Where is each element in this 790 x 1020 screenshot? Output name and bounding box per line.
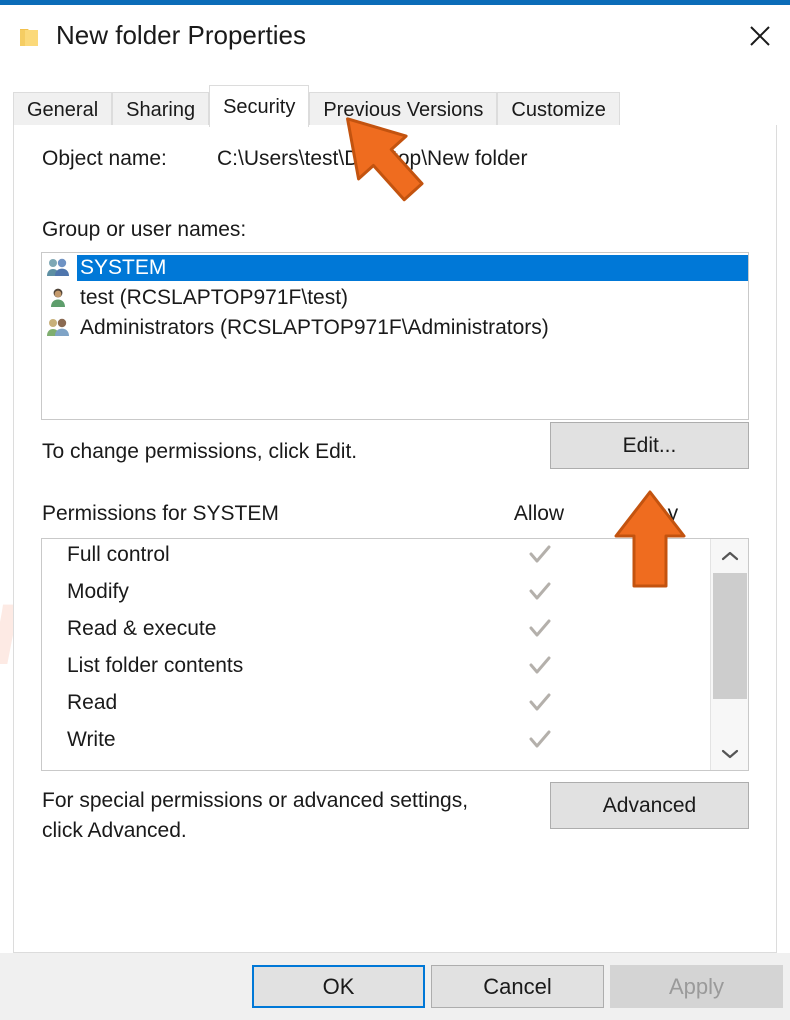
allow-checkbox[interactable] (505, 653, 575, 684)
properties-dialog: New folder Properties General Sharing Se… (0, 0, 790, 1019)
check-icon (527, 542, 553, 568)
edit-button[interactable]: Edit... (550, 422, 749, 469)
dialog-footer: OK Cancel Apply (0, 953, 790, 1020)
allow-checkbox[interactable] (505, 542, 575, 573)
object-name-value: C:\Users\test\Desktop\New folder (217, 147, 527, 171)
permission-label: Read & execute (67, 617, 216, 641)
permission-label: Full control (67, 543, 170, 567)
permission-label: List folder contents (67, 654, 243, 678)
table-row[interactable]: Read & execute (42, 613, 709, 650)
apply-button: Apply (610, 965, 783, 1008)
scroll-down-icon[interactable] (711, 737, 748, 770)
group-users-icon (45, 256, 71, 280)
permissions-for-label: Permissions for SYSTEM (42, 502, 279, 526)
list-item-label: Administrators (RCSLAPTOP971F\Administra… (77, 315, 552, 341)
advanced-settings-hint: For special permissions or advanced sett… (42, 786, 512, 846)
check-icon (527, 727, 553, 753)
table-row[interactable]: Read (42, 687, 709, 724)
scroll-up-icon[interactable] (711, 539, 748, 572)
edit-permissions-hint: To change permissions, click Edit. (42, 440, 357, 464)
group-or-user-names-list[interactable]: SYSTEM test (RCSLAPTOP971F\test) Adminis… (41, 252, 749, 420)
allow-checkbox[interactable] (505, 727, 575, 758)
single-user-icon (45, 286, 71, 310)
cancel-button[interactable]: Cancel (431, 965, 604, 1008)
check-icon (527, 616, 553, 642)
allow-column-header: Allow (504, 502, 574, 526)
window-title: New folder Properties (56, 20, 306, 51)
table-row[interactable]: Modify (42, 576, 709, 613)
permission-label: Modify (67, 580, 129, 604)
list-item[interactable]: test (RCSLAPTOP971F\test) (42, 283, 748, 313)
tab-previous-versions[interactable]: Previous Versions (309, 92, 497, 126)
ok-button[interactable]: OK (252, 965, 425, 1008)
deny-column-header: ny (632, 502, 702, 526)
allow-checkbox[interactable] (505, 579, 575, 610)
allow-checkbox[interactable] (505, 616, 575, 647)
group-users-icon (45, 316, 71, 340)
table-row[interactable]: Full control (42, 539, 709, 576)
security-tab-panel: Object name: C:\Users\test\Desktop\New f… (13, 125, 777, 953)
close-icon[interactable] (730, 5, 790, 67)
list-item[interactable]: Administrators (RCSLAPTOP971F\Administra… (42, 313, 748, 343)
scrollbar-thumb[interactable] (713, 573, 747, 699)
folder-icon (18, 26, 42, 50)
permission-label: Write (67, 728, 116, 752)
check-icon (527, 690, 553, 716)
check-icon (527, 653, 553, 679)
tab-security[interactable]: Security (209, 85, 309, 127)
table-row[interactable]: Write (42, 724, 709, 761)
list-item-label: SYSTEM (77, 255, 748, 281)
tab-list: General Sharing Security Previous Versio… (13, 86, 620, 126)
list-item[interactable]: SYSTEM (42, 253, 748, 283)
check-icon (527, 579, 553, 605)
tab-customize[interactable]: Customize (497, 92, 619, 126)
permissions-scrollbar[interactable] (710, 539, 748, 770)
permissions-list[interactable]: Full control Modify (41, 538, 749, 771)
list-item-label: test (RCSLAPTOP971F\test) (77, 285, 351, 311)
group-or-user-names-label: Group or user names: (42, 218, 246, 242)
allow-checkbox[interactable] (505, 690, 575, 721)
title-bar: New folder Properties (0, 5, 790, 71)
permissions-rows: Full control Modify (42, 539, 709, 761)
permission-label: Read (67, 691, 117, 715)
advanced-button[interactable]: Advanced (550, 782, 749, 829)
tab-general[interactable]: General (13, 92, 112, 126)
tab-sharing[interactable]: Sharing (112, 92, 209, 126)
tab-strip: General Sharing Security Previous Versio… (0, 71, 790, 126)
table-row[interactable]: List folder contents (42, 650, 709, 687)
object-name-label: Object name: (42, 147, 167, 171)
